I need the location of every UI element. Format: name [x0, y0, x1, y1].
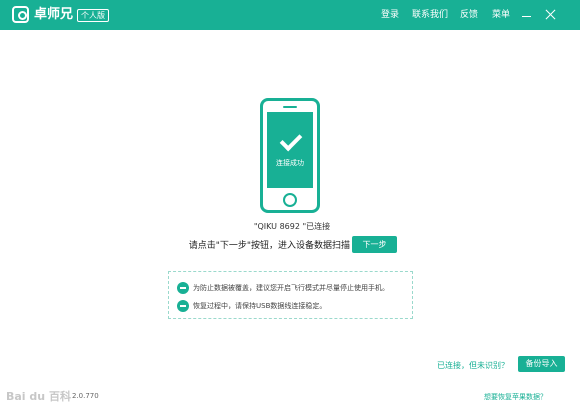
device-connected-label: "QIKU 8692 "已连接: [253, 222, 331, 231]
title-bar: 卓师兄 个人版 登录 联系我们 反馈 菜单: [0, 0, 580, 30]
close-icon[interactable]: [545, 9, 556, 20]
edition-badge: 个人版: [77, 9, 109, 22]
phone-illustration: 连接成功: [260, 98, 320, 213]
tip-text: 恢复过程中，请保持USB数据线连接稳定。: [193, 302, 327, 310]
app-logo-icon: [12, 6, 29, 23]
app-window: 卓师兄 个人版 登录 联系我们 反馈 菜单 连接成功 "QIKU 8692 "已…: [0, 0, 580, 408]
next-step-button[interactable]: 下一步: [352, 236, 397, 253]
phone-screen: 连接成功: [267, 112, 313, 188]
app-title: 卓师兄: [34, 7, 74, 22]
menu-login[interactable]: 登录: [381, 8, 399, 22]
backup-import-button[interactable]: 备份导入: [518, 356, 565, 372]
menu-contact-us[interactable]: 联系我们: [412, 8, 448, 22]
menu-main[interactable]: 菜单: [492, 8, 510, 22]
version-label: 2.0.770: [72, 392, 99, 400]
instruction-text: 请点击"下一步"按钮，进入设备数据扫描: [188, 241, 350, 251]
phone-earpiece: [283, 106, 297, 108]
tip-arrow-icon: [177, 282, 189, 294]
tips-box: 为防止数据被覆盖，建议您开启飞行模式并尽量停止使用手机。 恢复过程中，请保持US…: [168, 271, 413, 319]
check-icon: [279, 128, 303, 152]
menu-feedback[interactable]: 反馈: [460, 8, 478, 22]
connected-not-recognized-link[interactable]: 已连接，但未识别？: [437, 360, 509, 371]
recover-apple-data-link[interactable]: 想要恢复苹果数据？: [484, 392, 547, 402]
phone-home-button: [283, 193, 297, 207]
tip-text: 为防止数据被覆盖，建议您开启飞行模式并尽量停止使用手机。: [193, 284, 389, 292]
tip-arrow-icon: [177, 300, 189, 312]
watermark: Bai du 百科: [6, 390, 71, 403]
connection-status-text: 连接成功: [276, 159, 304, 167]
minimize-icon[interactable]: [521, 9, 532, 20]
